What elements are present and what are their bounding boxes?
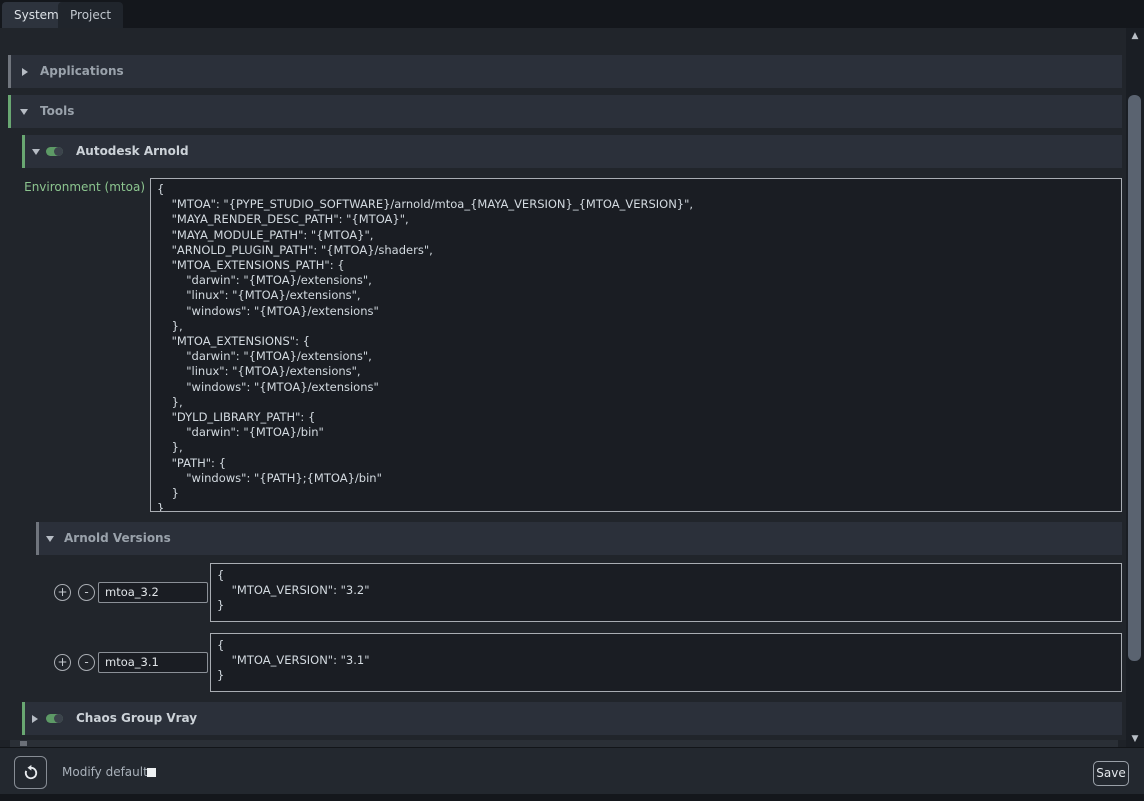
section-accent-border (22, 702, 25, 735)
tab-project[interactable]: Project (58, 2, 123, 28)
version-json-editor[interactable]: { "MTOA_VERSION": "3.2" } (210, 563, 1122, 622)
add-item-button[interactable]: + (54, 654, 71, 671)
version-name-input[interactable]: mtoa_3.1 (98, 652, 208, 673)
modify-defaults-label: Modify defaults (62, 765, 154, 779)
enabled-toggle[interactable] (46, 147, 63, 156)
scroll-up-icon[interactable]: ▲ (1126, 28, 1144, 44)
section-tools[interactable]: Tools (8, 95, 1122, 128)
chevron-down-icon[interactable] (20, 109, 28, 115)
version-json-editor[interactable]: { "MTOA_VERSION": "3.1" } (210, 633, 1122, 692)
version-name-input[interactable]: mtoa_3.2 (98, 582, 208, 603)
refresh-button[interactable] (14, 756, 47, 789)
tab-bar: System Project (0, 0, 1144, 28)
window-bottom-edge (0, 794, 1144, 801)
remove-item-button[interactable]: - (78, 584, 95, 601)
settings-scroll-area: Modules Applications Tools Autodesk Arno… (0, 28, 1126, 747)
section-title: Chaos Group Vray (76, 702, 197, 735)
settings-window: System Project Modules Applications Tool… (0, 0, 1144, 801)
section-title: Tools (40, 95, 74, 128)
add-item-button[interactable]: + (54, 584, 71, 601)
scrollbar-thumb[interactable] (1128, 95, 1141, 661)
footer-bar: Modify defaults Save (0, 747, 1144, 794)
section-accent-border (36, 522, 39, 555)
section-title: Autodesk Arnold (76, 135, 189, 168)
chevron-down-icon[interactable] (32, 149, 40, 155)
remove-item-button[interactable]: - (78, 654, 95, 671)
section-chaos-group-vray[interactable]: Chaos Group Vray (22, 702, 1122, 735)
section-accent-border (8, 95, 11, 128)
vertical-scrollbar[interactable]: ▲ ▼ (1126, 28, 1144, 747)
chevron-right-icon[interactable] (22, 68, 28, 76)
environment-label: Environment (mtoa) (20, 180, 145, 194)
scrollbar-nub (20, 741, 27, 746)
section-autodesk-arnold[interactable]: Autodesk Arnold (22, 135, 1122, 168)
scroll-down-icon[interactable]: ▼ (1126, 731, 1144, 747)
save-button[interactable]: Save (1093, 761, 1129, 786)
scrollbar-thumb[interactable] (10, 740, 1118, 747)
horizontal-scrollbar[interactable] (0, 740, 1126, 747)
environment-json-editor[interactable]: { "MTOA": "{PYPE_STUDIO_SOFTWARE}/arnold… (150, 178, 1122, 512)
modify-defaults-checkbox[interactable] (147, 768, 156, 777)
enabled-toggle[interactable] (46, 714, 63, 723)
chevron-down-icon[interactable] (46, 536, 54, 542)
section-arnold-versions[interactable]: Arnold Versions (36, 522, 1122, 555)
section-accent-border (22, 135, 25, 168)
chevron-right-icon[interactable] (32, 715, 38, 723)
toggle-knob (54, 714, 63, 723)
section-title: Arnold Versions (64, 522, 171, 555)
toggle-knob (54, 147, 63, 156)
section-applications[interactable]: Applications (8, 55, 1122, 88)
refresh-icon (22, 764, 40, 782)
section-accent-border (8, 55, 11, 88)
section-title: Applications (40, 55, 124, 88)
